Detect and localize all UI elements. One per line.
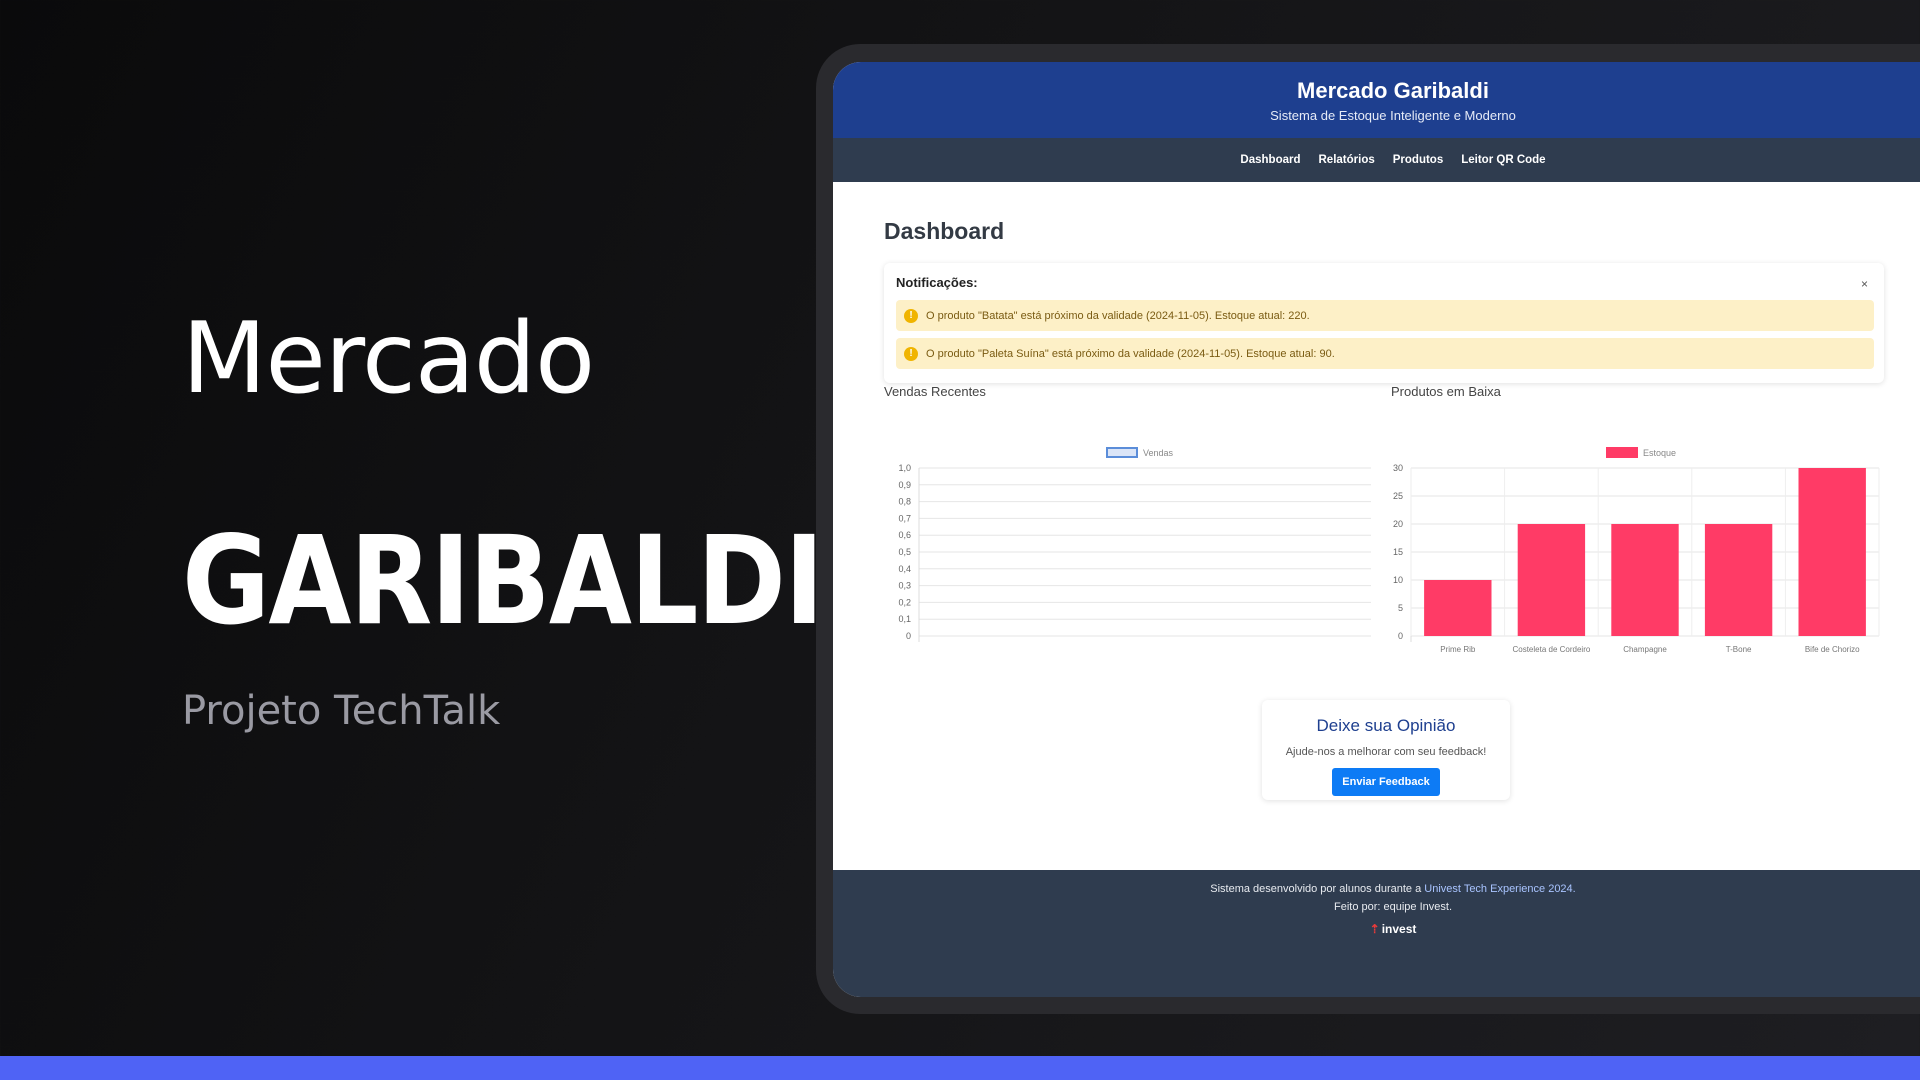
device-frame: Mercado Garibaldi Sistema de Estoque Int… bbox=[816, 44, 1920, 1014]
feedback-card: Deixe sua Opinião Ajude-nos a melhorar c… bbox=[1262, 700, 1510, 800]
logo-text: invest bbox=[1381, 922, 1417, 936]
y-tick-label: 5 bbox=[1398, 603, 1403, 613]
charts-area: Vendas Recentes Produtos em Baixa Vendas… bbox=[833, 384, 1920, 732]
accent-bar bbox=[0, 1056, 1920, 1080]
app-screen: Mercado Garibaldi Sistema de Estoque Int… bbox=[833, 62, 1920, 997]
notification-text: O produto "Batata" está próximo da valid… bbox=[926, 309, 1310, 322]
main-content: Dashboard Notificações: × ! O produto "B… bbox=[833, 182, 1920, 383]
y-tick-label: 10 bbox=[1393, 575, 1403, 585]
y-tick-label: 20 bbox=[1393, 519, 1403, 529]
y-tick-label: 0,4 bbox=[898, 564, 911, 574]
y-tick-label: 0 bbox=[906, 631, 911, 641]
footer-credit: Sistema desenvolvido por alunos durante … bbox=[1210, 883, 1422, 895]
x-tick-label: Bife de Chorizo bbox=[1805, 645, 1860, 654]
bar bbox=[1517, 524, 1586, 636]
hero-subtitle: Projeto TechTalk bbox=[182, 688, 501, 734]
y-tick-label: 1,0 bbox=[898, 463, 911, 473]
notification-text: O produto "Paleta Suína" está próximo da… bbox=[926, 347, 1335, 360]
warning-icon: ! bbox=[904, 308, 918, 323]
legend-swatch bbox=[1606, 447, 1638, 458]
y-tick-label: 25 bbox=[1393, 491, 1403, 501]
y-tick-label: 0,9 bbox=[898, 480, 911, 490]
nav-dashboard[interactable]: Dashboard bbox=[1240, 154, 1300, 166]
bar bbox=[1611, 524, 1679, 636]
footer-link[interactable]: Univest Tech Experience 2024. bbox=[1424, 883, 1575, 895]
x-tick-label: Champagne bbox=[1623, 645, 1667, 654]
bar bbox=[1704, 524, 1773, 636]
feedback-title: Deixe sua Opinião bbox=[1316, 716, 1456, 735]
hero: Mercado GARIBALDI Projeto TechTalk bbox=[182, 310, 910, 734]
legend-swatch bbox=[1106, 447, 1138, 458]
legend-label: Estoque bbox=[1643, 448, 1676, 458]
y-tick-label: 0,1 bbox=[898, 614, 911, 624]
y-tick-label: 0,7 bbox=[898, 513, 911, 523]
bar bbox=[1424, 580, 1492, 636]
warning-icon: ! bbox=[904, 346, 918, 361]
y-tick-label: 0,6 bbox=[898, 530, 911, 540]
notifications-panel: Notificações: × ! O produto "Batata" est… bbox=[884, 263, 1884, 383]
footer-line2: Feito por: equipe Invest. bbox=[1333, 901, 1452, 913]
hero-title-line2: GARIBALDI bbox=[182, 510, 824, 652]
logo-mark-icon: ⇡ bbox=[1369, 922, 1380, 936]
main-nav: Dashboard Relatórios Produtos Leitor QR … bbox=[833, 138, 1920, 182]
legend-label: Vendas bbox=[1143, 448, 1174, 458]
x-tick-label: Costeleta de Cordeiro bbox=[1512, 645, 1590, 654]
page-title: Dashboard bbox=[884, 218, 1005, 244]
chart-title-vendas: Vendas Recentes bbox=[884, 384, 986, 399]
hero-title-line1: Mercado bbox=[182, 302, 595, 416]
y-tick-label: 0 bbox=[1398, 631, 1403, 641]
nav-leitor-qr[interactable]: Leitor QR Code bbox=[1461, 154, 1545, 166]
chart-vendas-recentes: Vendas 0 0,1 0,2 0,3 0,4 0,5 0,6 0,7 0,8 0,9 1,0 bbox=[898, 447, 1371, 642]
bar bbox=[1798, 468, 1866, 636]
y-tick-label: 0,5 bbox=[898, 547, 911, 557]
x-tick-label: Prime Rib bbox=[1440, 645, 1476, 654]
x-tick-label: T-Bone bbox=[1726, 645, 1752, 654]
app-footer: Sistema desenvolvido por alunos durante … bbox=[833, 870, 1920, 997]
invest-logo: ⇡ invest bbox=[833, 920, 1920, 938]
y-tick-label: 15 bbox=[1393, 547, 1403, 557]
footer-line1: Sistema desenvolvido por alunos durante … bbox=[833, 880, 1920, 898]
notification-item: ! O produto "Batata" está próximo da val… bbox=[896, 300, 1874, 331]
app-subtitle: Sistema de Estoque Inteligente e Moderno bbox=[1270, 108, 1516, 123]
nav-produtos[interactable]: Produtos bbox=[1393, 154, 1443, 166]
app-title: Mercado Garibaldi bbox=[1297, 78, 1489, 103]
send-feedback-button[interactable]: Enviar Feedback bbox=[1332, 768, 1440, 796]
nav-relatorios[interactable]: Relatórios bbox=[1319, 154, 1375, 166]
feedback-text: Ajude-nos a melhorar com seu feedback! bbox=[1285, 746, 1487, 758]
close-icon[interactable]: × bbox=[1861, 277, 1868, 291]
y-tick-label: 0,3 bbox=[898, 581, 911, 591]
chart-produtos-em-baixa: Estoque 0 5 10 15 20 25 30 Prime Rib Costeleta de… bbox=[1393, 447, 1880, 654]
y-tick-label: 0,8 bbox=[898, 497, 911, 507]
y-tick-label: 0,2 bbox=[898, 597, 911, 607]
y-tick-label: 30 bbox=[1393, 463, 1403, 473]
app-header: Mercado Garibaldi Sistema de Estoque Int… bbox=[833, 62, 1920, 138]
notification-item: ! O produto "Paleta Suína" está próximo … bbox=[896, 338, 1874, 369]
notifications-heading: Notificações: bbox=[896, 275, 978, 290]
chart-title-produtos: Produtos em Baixa bbox=[1391, 384, 1501, 399]
